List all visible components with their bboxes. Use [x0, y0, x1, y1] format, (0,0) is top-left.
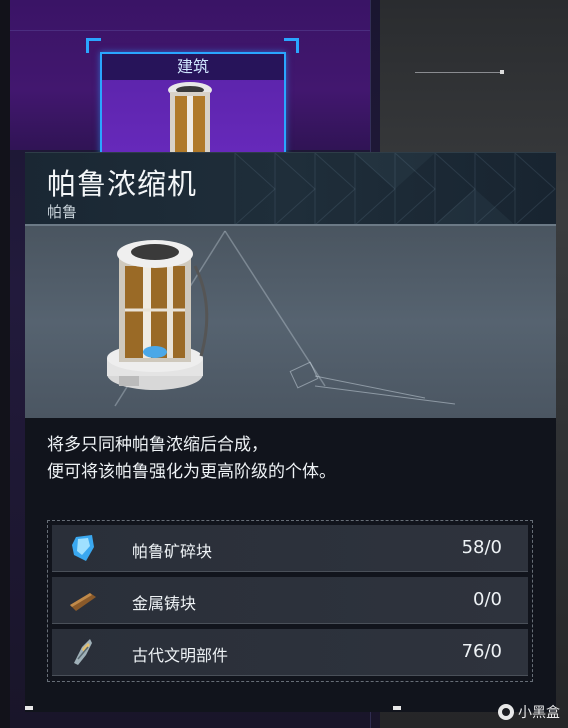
item-tooltip: 帕鲁浓缩机 帕鲁 将多只同种帕鲁浓缩后合成， 便可将该帕鲁强化为更高阶级的个体。…: [25, 152, 556, 712]
item-category: 帕鲁: [47, 203, 78, 221]
material-quantity: 76/0: [461, 641, 502, 662]
item-description: 将多只同种帕鲁浓缩后合成， 便可将该帕鲁强化为更高阶级的个体。: [47, 432, 547, 486]
wire-element: [289, 361, 456, 405]
pal-condenser-thumbnail: [168, 82, 212, 154]
pal-fluid-crystal-icon: [72, 535, 94, 561]
build-card-label: 建筑: [102, 54, 284, 80]
pal-condenser-model: [107, 240, 209, 390]
description-line: 将多只同种帕鲁浓缩后合成，: [47, 435, 268, 455]
grid-line: [10, 30, 370, 31]
material-quantity: 0/0: [473, 589, 502, 610]
panel-corner-marker: [393, 706, 401, 710]
material-row: 帕鲁矿碎块 58/0: [52, 525, 528, 572]
material-row: 金属铸块 0/0: [52, 577, 528, 624]
material-quantity: 58/0: [461, 537, 502, 558]
preview-scene: [107, 230, 456, 407]
selection-corner: [284, 38, 299, 53]
panel-corner-marker: [25, 706, 33, 710]
material-row: 古代文明部件 76/0: [52, 629, 528, 676]
ancient-part-icon: [74, 639, 92, 665]
item-preview: [25, 224, 556, 418]
world-line: [415, 72, 503, 73]
xiaoheihe-logo-icon: [498, 704, 514, 720]
item-title: 帕鲁浓缩机: [47, 167, 198, 201]
material-name: 帕鲁矿碎块: [132, 542, 213, 561]
material-name: 金属铸块: [132, 594, 197, 613]
tooltip-header: 帕鲁浓缩机 帕鲁: [25, 152, 556, 225]
material-list: 帕鲁矿碎块 58/0 金属铸块 0/0 古代文明部件 76/0: [47, 520, 533, 682]
ingot-icon: [70, 593, 96, 611]
material-name: 古代文明部件: [132, 646, 229, 665]
watermark: 小黑盒: [498, 702, 560, 722]
selection-corner: [86, 38, 101, 53]
watermark-text: 小黑盒: [518, 705, 560, 721]
world-dot: [500, 70, 504, 74]
description-line: 便可将该帕鲁强化为更高阶级的个体。: [47, 462, 336, 482]
background-edge: [0, 0, 10, 728]
